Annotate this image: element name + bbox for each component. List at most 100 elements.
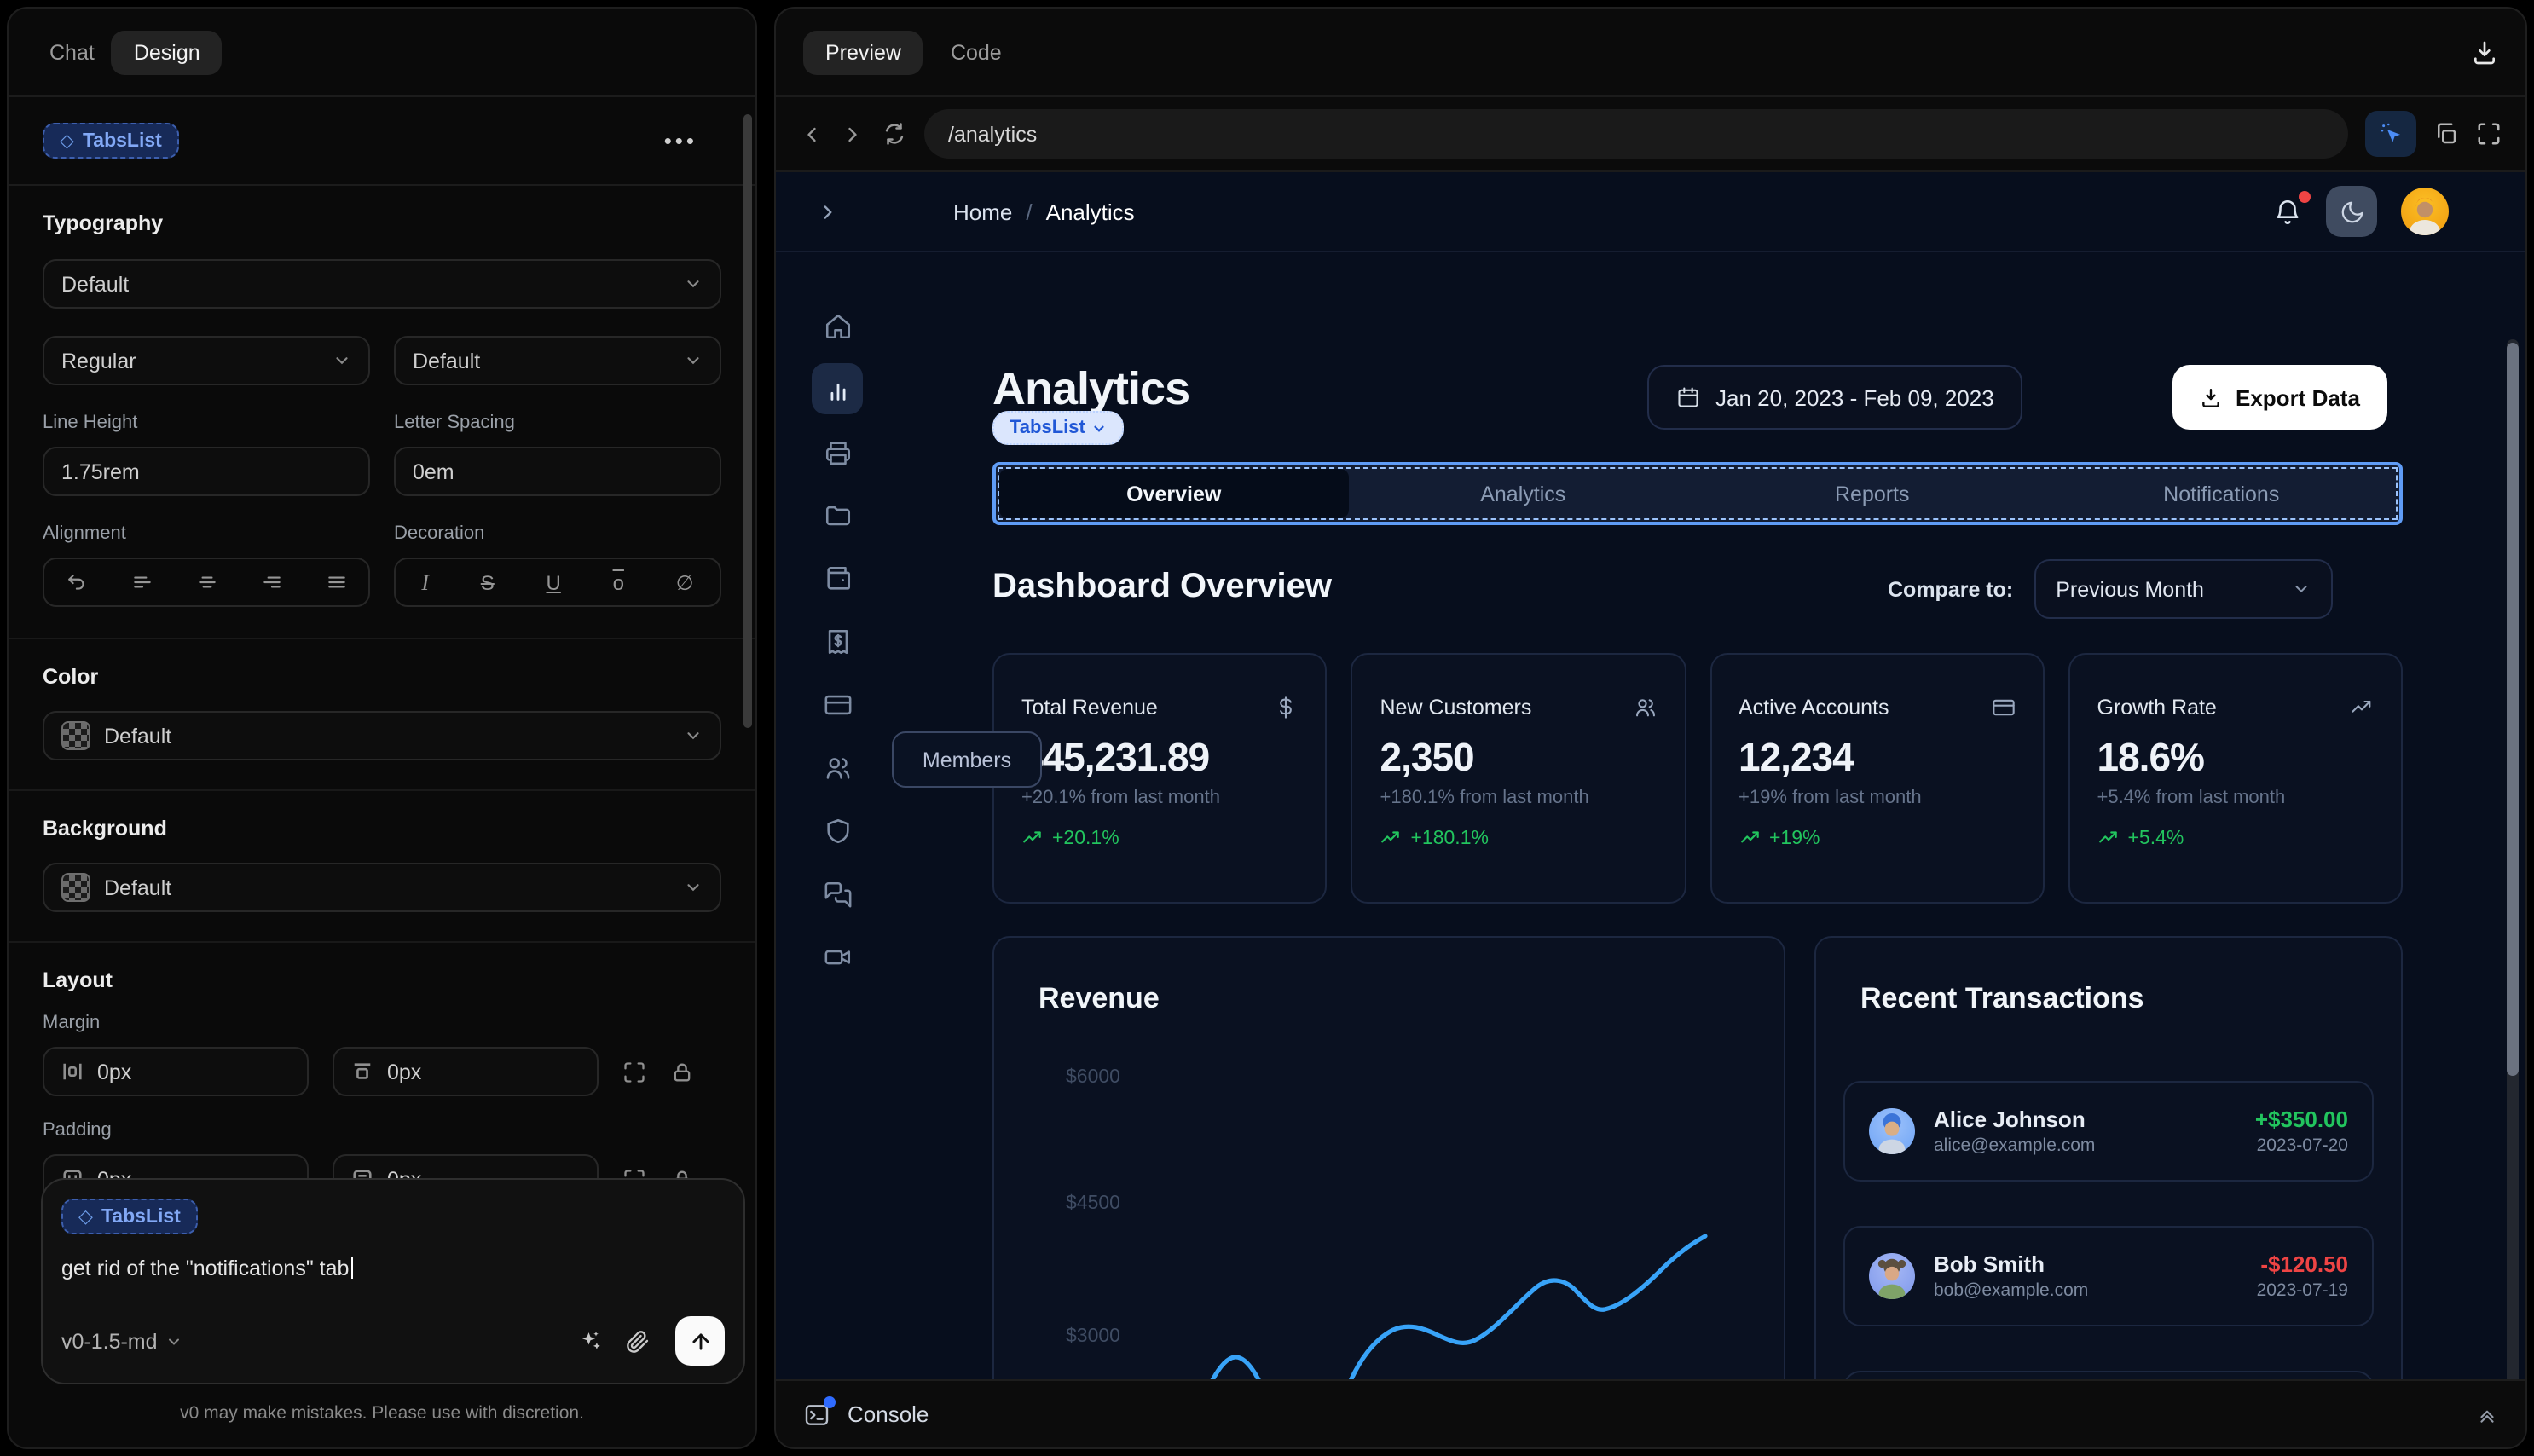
refresh-icon[interactable] bbox=[882, 121, 907, 147]
tab-analytics[interactable]: Analytics bbox=[1349, 469, 1698, 518]
browser-bar: /analytics bbox=[776, 97, 2525, 172]
shield-icon[interactable] bbox=[812, 805, 863, 856]
dollar-icon bbox=[1275, 696, 1299, 719]
console-bar[interactable]: Console bbox=[776, 1379, 2525, 1447]
stat-title: Total Revenue bbox=[1021, 696, 1158, 719]
margin-y-input[interactable]: 0px bbox=[333, 1047, 599, 1096]
line-height-input[interactable]: 1.75rem bbox=[43, 447, 370, 496]
bell-icon[interactable] bbox=[2273, 190, 2311, 226]
send-button[interactable] bbox=[675, 1316, 725, 1366]
sidebar-scrollbar[interactable] bbox=[743, 114, 752, 728]
model-select[interactable]: v0-1.5-md bbox=[61, 1329, 183, 1353]
lock-icon[interactable] bbox=[670, 1060, 694, 1083]
tab-code[interactable]: Code bbox=[934, 30, 1019, 74]
app-scrollbar-thumb[interactable] bbox=[2507, 343, 2519, 1076]
undo-icon[interactable] bbox=[66, 571, 88, 593]
printer-icon[interactable] bbox=[812, 426, 863, 477]
receipt-icon[interactable] bbox=[812, 615, 863, 667]
stat-trend: +180.1% bbox=[1410, 828, 1489, 848]
text-caret bbox=[350, 1257, 353, 1279]
tab-chat[interactable]: Chat bbox=[32, 30, 112, 74]
transaction-email: alice@example.com bbox=[1934, 1135, 2096, 1156]
breadcrumb-home[interactable]: Home bbox=[953, 199, 1012, 224]
none-icon[interactable]: ∅ bbox=[676, 570, 694, 594]
compare-select[interactable]: Previous Month bbox=[2034, 559, 2333, 619]
overline-icon[interactable]: o bbox=[613, 570, 624, 594]
transaction-row[interactable]: Alice Johnson alice@example.com +$350.00… bbox=[1843, 1081, 2374, 1182]
compare-control: Compare to: Previous Month bbox=[1888, 559, 2333, 619]
fullscreen-icon[interactable] bbox=[2476, 121, 2502, 147]
margin-y-value: 0px bbox=[387, 1060, 422, 1083]
stat-sub: +19% from last month bbox=[1739, 788, 1922, 808]
chevron-down-icon bbox=[684, 878, 703, 897]
export-data-button[interactable]: Export Data bbox=[2172, 365, 2387, 430]
strikethrough-icon[interactable]: S bbox=[481, 570, 495, 594]
transaction-name: Alice Johnson bbox=[1934, 1106, 2086, 1132]
messages-icon[interactable] bbox=[812, 868, 863, 919]
prompt-composer[interactable]: ◇ TabsList get rid of the "notifications"… bbox=[41, 1178, 745, 1384]
chevron-down-icon bbox=[684, 274, 703, 293]
decoration-toolbar: I S U o ∅ bbox=[394, 558, 721, 607]
selected-element-chip[interactable]: ◇ TabsList bbox=[43, 123, 179, 159]
url-input[interactable]: /analytics bbox=[924, 109, 2348, 159]
title-chip-label: TabsList bbox=[1010, 418, 1085, 438]
bar-chart-icon[interactable] bbox=[812, 363, 863, 414]
breadcrumb: Home / Analytics bbox=[953, 199, 1135, 224]
tab-preview[interactable]: Preview bbox=[803, 30, 923, 74]
paperclip-icon[interactable] bbox=[626, 1329, 650, 1353]
stat-trend: +20.1% bbox=[1052, 828, 1119, 848]
download-icon[interactable] bbox=[2471, 38, 2498, 66]
preview-panel: Preview Code /analytics Home / Analytics bbox=[774, 7, 2527, 1449]
more-options-button[interactable]: ••• bbox=[664, 128, 697, 153]
font-size-select[interactable]: Default bbox=[394, 336, 721, 385]
font-weight-select[interactable]: Regular bbox=[43, 336, 370, 385]
design-cursor-icon[interactable] bbox=[2365, 111, 2416, 157]
date-range-button[interactable]: Jan 20, 2023 - Feb 09, 2023 bbox=[1647, 365, 2023, 430]
underline-icon[interactable]: U bbox=[547, 570, 561, 594]
tab-overview[interactable]: Overview bbox=[999, 469, 1349, 518]
margin-x-input[interactable]: 0px bbox=[43, 1047, 309, 1096]
back-icon[interactable] bbox=[800, 122, 824, 146]
stat-value: 18.6% bbox=[2097, 735, 2205, 779]
prompt-text[interactable]: get rid of the "notifications" tab bbox=[61, 1257, 725, 1280]
console-badge-dot bbox=[824, 1395, 836, 1407]
credit-card-icon[interactable] bbox=[812, 679, 863, 730]
expand-console-icon[interactable] bbox=[2476, 1403, 2498, 1425]
title-selection-chip[interactable]: TabsList bbox=[992, 411, 1125, 445]
folder-icon[interactable] bbox=[812, 489, 863, 540]
font-select[interactable]: Default bbox=[43, 259, 721, 309]
tab-notifications[interactable]: Notifications bbox=[2047, 469, 2397, 518]
video-icon[interactable] bbox=[812, 931, 863, 982]
align-center-icon[interactable] bbox=[195, 571, 217, 593]
user-avatar[interactable] bbox=[2401, 188, 2449, 235]
color-value: Default bbox=[104, 724, 172, 748]
italic-icon[interactable]: I bbox=[421, 569, 429, 596]
background-value: Default bbox=[104, 875, 172, 899]
copy-icon[interactable] bbox=[2433, 121, 2459, 147]
align-justify-icon[interactable] bbox=[325, 571, 347, 593]
sparkles-icon[interactable] bbox=[578, 1328, 604, 1354]
color-select[interactable]: Default bbox=[43, 711, 721, 760]
trending-up-icon bbox=[2350, 696, 2374, 719]
align-right-icon[interactable] bbox=[260, 571, 282, 593]
users-icon[interactable] bbox=[812, 742, 863, 793]
home-icon[interactable] bbox=[812, 300, 863, 351]
wallet-icon[interactable] bbox=[812, 552, 863, 604]
composer-context-chip[interactable]: ◇ TabsList bbox=[61, 1199, 198, 1234]
forward-icon[interactable] bbox=[841, 122, 865, 146]
tab-reports[interactable]: Reports bbox=[1698, 469, 2047, 518]
alignment-label: Alignment bbox=[43, 523, 126, 544]
background-select[interactable]: Default bbox=[43, 863, 721, 912]
transaction-row-clipped bbox=[1843, 1371, 2374, 1379]
trending-up-icon bbox=[2098, 831, 2117, 843]
align-left-icon[interactable] bbox=[130, 571, 153, 593]
letter-spacing-input[interactable]: 0em bbox=[394, 447, 721, 496]
revenue-line-chart bbox=[1210, 1234, 1708, 1379]
sidebar-chevron-icon[interactable] bbox=[817, 200, 839, 222]
diamond-icon: ◇ bbox=[60, 131, 74, 152]
theme-toggle-button[interactable] bbox=[2326, 186, 2377, 237]
tab-design[interactable]: Design bbox=[111, 30, 223, 74]
transaction-row[interactable]: Bob Smith bob@example.com -$120.50 2023-… bbox=[1843, 1226, 2374, 1326]
notification-dot bbox=[2299, 190, 2311, 202]
expand-icon[interactable] bbox=[622, 1060, 646, 1083]
